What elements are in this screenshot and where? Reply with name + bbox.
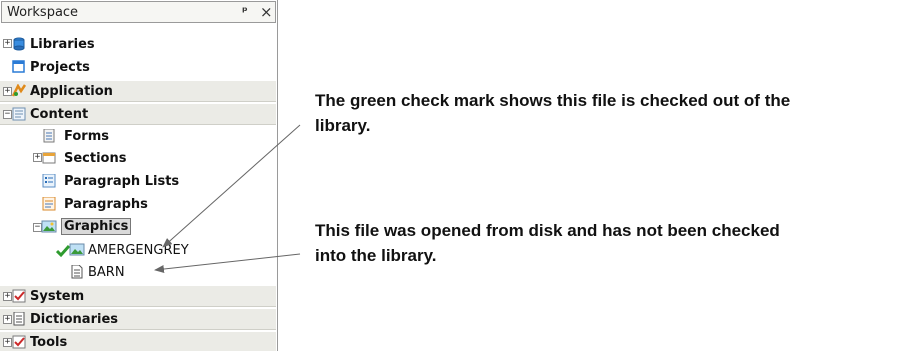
- callout-arrows: [154, 124, 301, 273]
- arrow-to-amergengrey: [162, 124, 301, 248]
- annotation-checked-out-line2: library.: [315, 116, 371, 135]
- arrow-to-barn: [154, 253, 301, 273]
- annotation-from-disk-line2: into the library.: [315, 246, 437, 265]
- annotation-checked-out-line1: The green check mark shows this file is …: [315, 91, 791, 110]
- annotation-from-disk-line1: This file was opened from disk and has n…: [315, 221, 780, 240]
- annotation-from-disk: This file was opened from disk and has n…: [315, 218, 780, 268]
- annotation-checked-out: The green check mark shows this file is …: [315, 88, 790, 138]
